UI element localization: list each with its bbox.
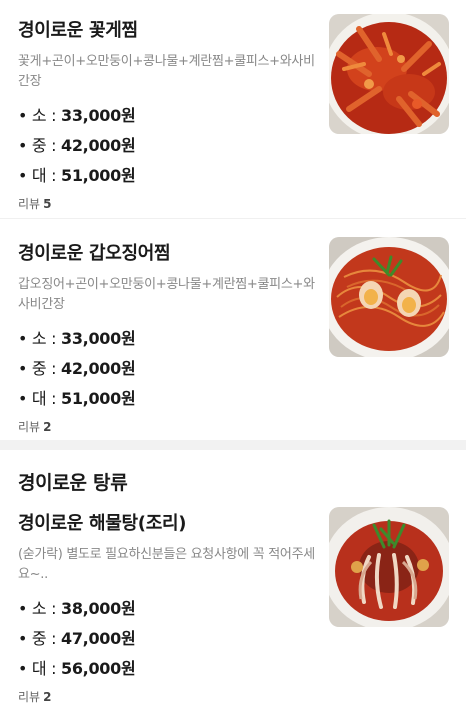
price-value: 51,000원 — [61, 389, 136, 408]
price-row-large: • 대 : 51,000원 — [18, 384, 318, 414]
review-label: 리뷰 — [18, 420, 41, 434]
price-value: 33,000원 — [61, 106, 136, 125]
menu-item-seafood-soup[interactable]: 경이로운 해물탕(조리) (숟가락) 별도로 필요하신분들은 요청사항에 꼭 적… — [0, 505, 466, 705]
menu-item-name: 경이로운 꽃게찜 — [18, 20, 138, 41]
section-title: 경이로운 탕류 — [18, 472, 128, 494]
menu-item-text: 경이로운 꽃게찜 꽃게+곤이+오만둥이+콩나물+계란찜+쿨피스+와사비간장 • … — [18, 16, 318, 212]
seafood-soup-photo[interactable] — [329, 507, 449, 627]
price-size-label: • 대 : — [18, 389, 62, 408]
menu-item-name: 경이로운 갑오징어찜 — [18, 243, 171, 264]
price-size-label: • 중 : — [18, 629, 62, 648]
price-size-label: • 소 : — [18, 599, 62, 618]
review-label: 리뷰 — [18, 690, 41, 704]
price-row-small: • 소 : 33,000원 — [18, 101, 318, 131]
menu-item-name: 경이로운 해물탕(조리) — [18, 513, 187, 534]
price-value: 56,000원 — [61, 659, 136, 678]
price-value: 33,000원 — [61, 329, 136, 348]
menu-item-description: (숟가락) 별도로 필요하신분들은 요청사항에 꼭 적어주세요~.. — [18, 547, 315, 582]
price-row-large: • 대 : 51,000원 — [18, 161, 318, 191]
price-size-label: • 대 : — [18, 659, 62, 678]
menu-item-description: 꽃게+곤이+오만둥이+콩나물+계란찜+쿨피스+와사비간장 — [18, 54, 315, 89]
review-count: 리뷰 2 — [18, 418, 318, 435]
price-size-label: • 소 : — [18, 329, 62, 348]
menu-item-text: 경이로운 갑오징어찜 갑오징어+곤이+오만둥이+콩나물+계란찜+쿨피스+와사비간… — [18, 239, 318, 435]
price-value: 51,000원 — [61, 166, 136, 185]
price-value: 42,000원 — [61, 136, 136, 155]
price-value: 38,000원 — [61, 599, 136, 618]
price-size-label: • 소 : — [18, 106, 62, 125]
menu-item-cuttlefish-stew[interactable]: 경이로운 갑오징어찜 갑오징어+곤이+오만둥이+콩나물+계란찜+쿨피스+와사비간… — [0, 218, 466, 440]
cuttlefish-stew-photo[interactable] — [329, 237, 449, 357]
review-number: 5 — [43, 197, 52, 211]
price-value: 47,000원 — [61, 629, 136, 648]
price-row-large: • 대 : 56,000원 — [18, 654, 318, 684]
review-label: 리뷰 — [18, 197, 41, 211]
review-count: 리뷰 5 — [18, 195, 318, 212]
menu-item-crab-stew[interactable]: 경이로운 꽃게찜 꽃게+곤이+오만둥이+콩나물+계란찜+쿨피스+와사비간장 • … — [0, 0, 466, 218]
section-divider — [0, 440, 466, 450]
price-row-small: • 소 : 38,000원 — [18, 594, 318, 624]
price-row-medium: • 중 : 47,000원 — [18, 624, 318, 654]
price-size-label: • 대 : — [18, 166, 62, 185]
menu-item-text: 경이로운 해물탕(조리) (숟가락) 별도로 필요하신분들은 요청사항에 꼭 적… — [18, 509, 318, 705]
review-number: 2 — [43, 420, 52, 434]
crab-stew-photo[interactable] — [329, 14, 449, 134]
price-row-medium: • 중 : 42,000원 — [18, 354, 318, 384]
price-row-small: • 소 : 33,000원 — [18, 324, 318, 354]
review-count: 리뷰 2 — [18, 688, 318, 705]
price-size-label: • 중 : — [18, 136, 62, 155]
menu-item-description: 갑오징어+곤이+오만둥이+콩나물+계란찜+쿨피스+와사비간장 — [18, 277, 315, 312]
price-value: 42,000원 — [61, 359, 136, 378]
price-size-label: • 중 : — [18, 359, 62, 378]
review-number: 2 — [43, 690, 52, 704]
price-row-medium: • 중 : 42,000원 — [18, 131, 318, 161]
